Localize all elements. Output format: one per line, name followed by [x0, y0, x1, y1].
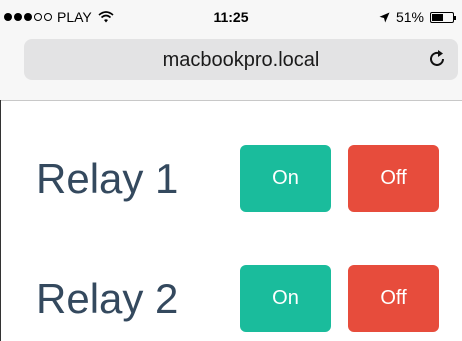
relay-2-on-button[interactable]: On [240, 265, 331, 332]
browser-navbar: macbookpro.local [0, 30, 462, 101]
location-arrow-icon [379, 12, 390, 22]
battery-percent: 51% [395, 9, 424, 25]
relay-2-off-button[interactable]: Off [348, 265, 439, 332]
relay-1-off-button[interactable]: Off [348, 145, 439, 212]
relay-row-2: Relay 2 On Off [0, 265, 462, 335]
address-bar[interactable]: macbookpro.local [24, 39, 458, 80]
status-right: 51% [379, 9, 456, 25]
page-edge-divider [0, 100, 1, 341]
relay-row-1: Relay 1 On Off [0, 145, 462, 215]
battery-icon [430, 11, 456, 23]
url-text[interactable]: macbookpro.local [24, 49, 458, 72]
reload-icon[interactable] [426, 48, 448, 70]
relay-label: Relay 2 [36, 275, 179, 322]
relay-1-on-button[interactable]: On [240, 145, 331, 212]
relay-label: Relay 1 [36, 155, 179, 202]
status-bar: PLAY 11:25 51% [0, 0, 462, 30]
